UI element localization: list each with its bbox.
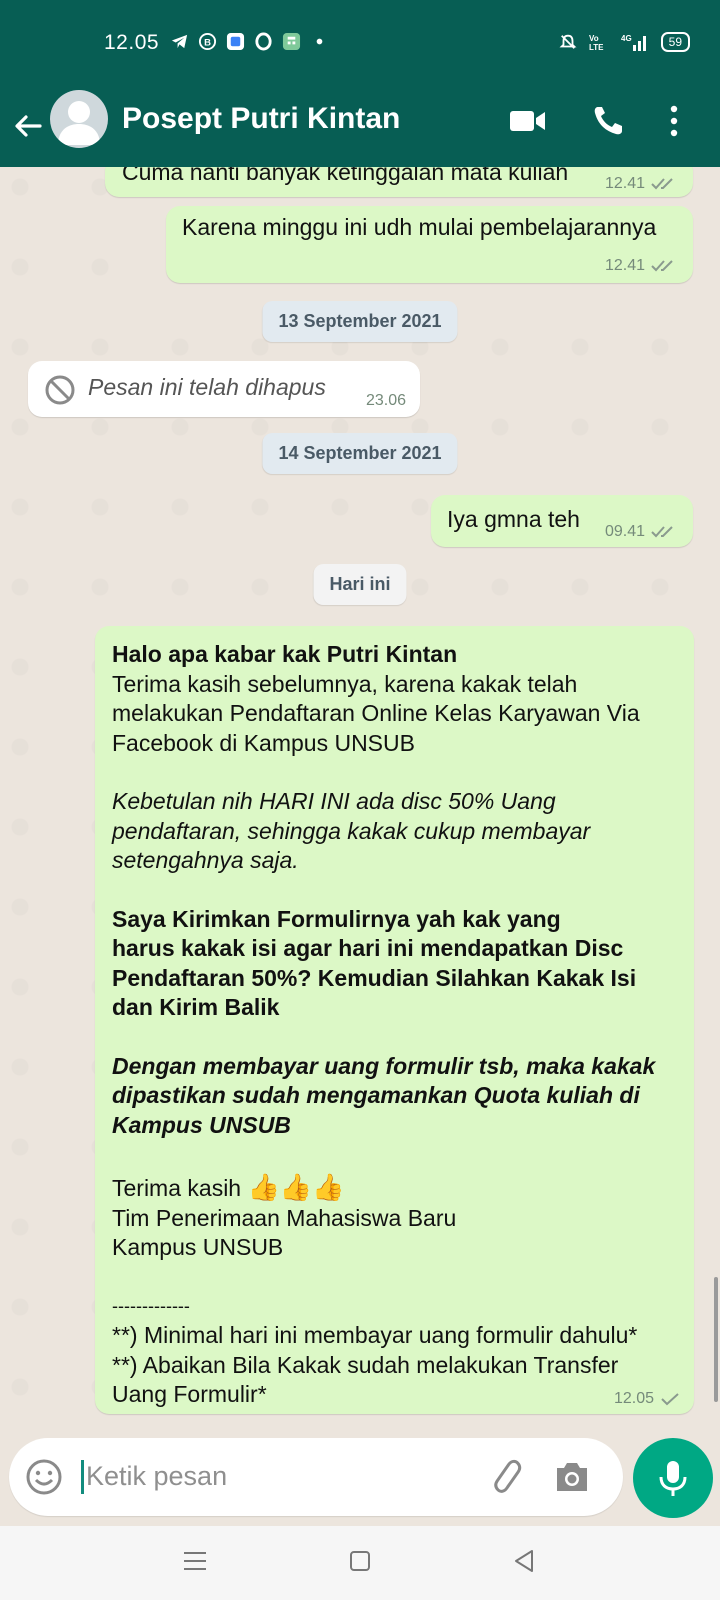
more-notifications-icon bbox=[316, 38, 323, 45]
message-time: 12.41 bbox=[604, 175, 645, 192]
system-icons: Vo LTE 4G 59 bbox=[559, 32, 690, 52]
contact-name[interactable]: Posept Putri Kintan bbox=[122, 102, 400, 136]
message-outgoing[interactable]: Cuma nanti banyak ketinggalan mata kulia… bbox=[105, 167, 693, 197]
video-call-icon[interactable] bbox=[508, 104, 548, 138]
svg-text:4G: 4G bbox=[621, 34, 632, 43]
microphone-icon bbox=[659, 1461, 687, 1496]
divider-line: ------------- bbox=[112, 1295, 190, 1316]
message-outgoing-long[interactable]: Halo apa kabar kak Putri Kintan Terima k… bbox=[95, 626, 694, 1414]
signature-line: Tim Penerimaan Mahasiswa Baru bbox=[112, 1204, 457, 1231]
note-line: **) Minimal hari ini membayar uang formu… bbox=[112, 1322, 638, 1348]
message-input[interactable]: Ketik pesan bbox=[9, 1438, 623, 1516]
system-navigation-bar bbox=[0, 1526, 720, 1600]
message-time: 12.41 bbox=[604, 257, 645, 274]
svg-text:Vo: Vo bbox=[589, 34, 599, 43]
default-avatar-icon bbox=[58, 101, 100, 145]
compose-bar: Ketik pesan bbox=[0, 1422, 720, 1526]
double-check-icon bbox=[651, 178, 673, 190]
notification-icons: B bbox=[170, 32, 329, 51]
message-paragraph: Kebetulan nih HARI INI ada disc 50% Uang… bbox=[112, 788, 591, 873]
message-placeholder: Ketik pesan bbox=[81, 1460, 227, 1494]
svg-text:LTE: LTE bbox=[589, 43, 604, 51]
message-body: Halo apa kabar kak Putri Kintan Terima k… bbox=[112, 640, 672, 1410]
battery-indicator: 59 bbox=[660, 32, 690, 52]
home-icon[interactable] bbox=[345, 1546, 375, 1576]
thanks-line: Terima kasih 👍👍👍 bbox=[112, 1172, 672, 1204]
message-outgoing[interactable]: Iya gmna teh 09.41 bbox=[431, 495, 693, 547]
scrollbar[interactable] bbox=[714, 1277, 718, 1402]
recent-apps-icon[interactable] bbox=[180, 1546, 210, 1576]
volte-icon: VoLTE bbox=[589, 34, 604, 51]
double-check-icon bbox=[651, 526, 673, 538]
message-paragraph: Terima kasih sebelumnya, karena kakak te… bbox=[112, 670, 640, 756]
message-time: 12.05 bbox=[613, 1390, 654, 1407]
avatar[interactable] bbox=[50, 90, 108, 148]
message-meta: 12.41 bbox=[605, 175, 679, 193]
message-meta: 23.06 bbox=[366, 392, 406, 410]
message-meta: 12.41 bbox=[605, 257, 679, 275]
status-time: 12.05 bbox=[104, 31, 160, 54]
b-app-icon: B bbox=[198, 32, 217, 51]
date-separator: Hari ini bbox=[313, 564, 407, 605]
message-incoming-deleted[interactable]: Pesan ini telah dihapus 23.06 bbox=[28, 361, 420, 417]
message-text: Iya gmna teh bbox=[447, 506, 580, 532]
mute-icon bbox=[559, 34, 577, 49]
message-meta: 09.41 bbox=[605, 523, 679, 541]
back-arrow-icon[interactable] bbox=[12, 110, 44, 142]
chat-area[interactable]: Cuma nanti banyak ketinggalan mata kulia… bbox=[0, 167, 720, 1422]
status-bar: 12.05 B Vo LTE 4G 59 bbox=[0, 0, 720, 90]
note-line: **) Abaikan Bila Kakak sudah melakukan T… bbox=[112, 1351, 619, 1408]
thumbs-up-emoji: 👍👍👍 bbox=[247, 1172, 345, 1202]
more-options-icon[interactable] bbox=[664, 104, 684, 138]
single-check-icon bbox=[661, 1393, 679, 1406]
message-text: Cuma nanti banyak ketinggalan mata kulia… bbox=[122, 167, 569, 185]
double-check-icon bbox=[651, 260, 673, 272]
svg-text:B: B bbox=[204, 37, 211, 48]
deleted-message-icon bbox=[45, 375, 75, 405]
emoji-icon[interactable] bbox=[25, 1458, 63, 1496]
message-paragraph: Dengan membayar uang formulir tsb, maka … bbox=[112, 1052, 656, 1138]
camera-icon[interactable] bbox=[553, 1460, 591, 1494]
message-time: 23.06 bbox=[365, 392, 406, 409]
opera-icon bbox=[255, 32, 272, 51]
date-separator: 13 September 2021 bbox=[262, 301, 458, 342]
app-bar: 12.05 B Vo LTE 4G 59 Posept Putri Kintan bbox=[0, 0, 720, 167]
chat-header: Posept Putri Kintan bbox=[0, 90, 720, 167]
message-time: 09.41 bbox=[604, 523, 645, 540]
signal-icon: 4G bbox=[621, 34, 646, 51]
message-paragraph: Saya Kirimkan Formulirnya yah kak yang bbox=[112, 905, 561, 932]
message-text: Pesan ini telah dihapus bbox=[88, 374, 326, 400]
message-paragraph: harus kakak isi agar hari ini mendapatka… bbox=[112, 935, 637, 1020]
app-icon bbox=[226, 32, 245, 51]
message-outgoing[interactable]: Karena minggu ini udh mulai pembelajaran… bbox=[166, 206, 693, 283]
message-meta: 12.05 bbox=[614, 1390, 680, 1408]
date-separator: 14 September 2021 bbox=[262, 433, 458, 474]
message-text: Karena minggu ini udh mulai pembelajaran… bbox=[182, 214, 657, 240]
voice-call-icon[interactable] bbox=[590, 104, 630, 138]
attach-icon[interactable] bbox=[487, 1458, 527, 1498]
telegram-icon bbox=[171, 34, 188, 49]
thanks-text: Terima kasih bbox=[112, 1175, 242, 1201]
greeting-line: Halo apa kabar kak Putri Kintan bbox=[112, 641, 458, 667]
signature-line: Kampus UNSUB bbox=[112, 1234, 284, 1260]
back-nav-icon[interactable] bbox=[510, 1546, 540, 1576]
calculator-icon bbox=[282, 32, 301, 51]
voice-record-button[interactable] bbox=[633, 1438, 713, 1518]
